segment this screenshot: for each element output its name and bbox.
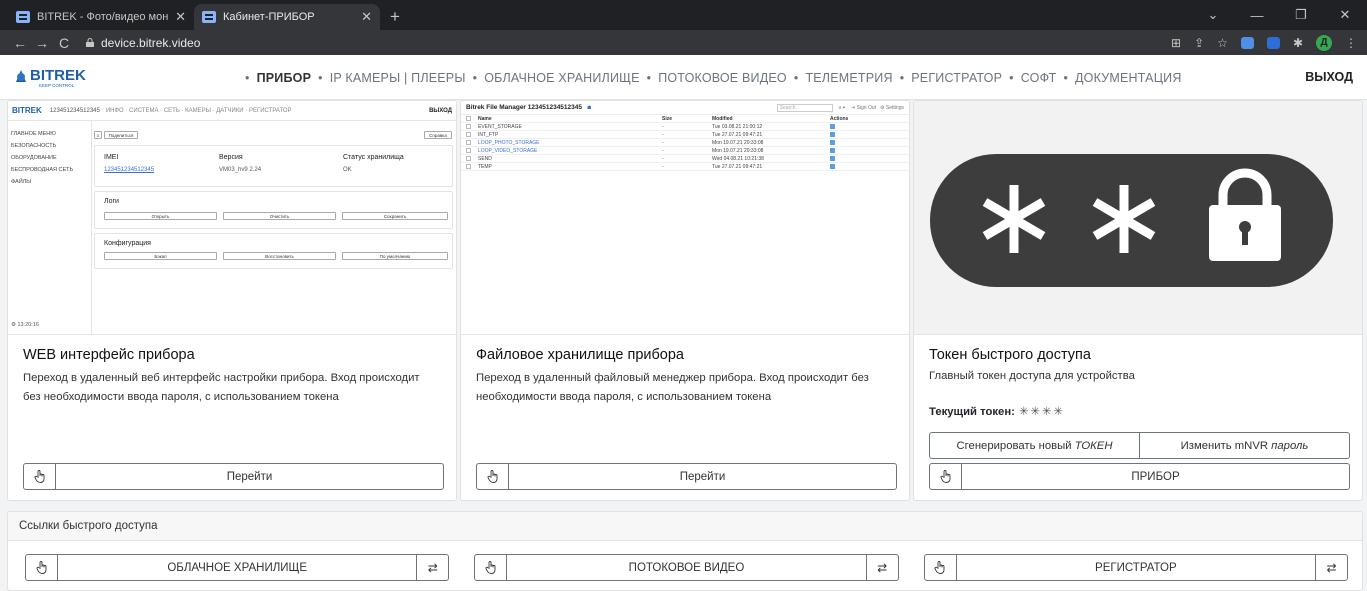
nav-ip-cameras[interactable]: IP КАМЕРЫ | ПЛЕЕРЫ bbox=[330, 71, 466, 85]
browser-tabbar: BITREK - Фото/видео монитори ✕ Кабинет-П… bbox=[0, 0, 1367, 30]
nav-registrator[interactable]: РЕГИСТРАТОР bbox=[911, 71, 1002, 85]
share-icon[interactable]: ⇪ bbox=[1194, 36, 1204, 50]
preview-clock: ⚙ 13:20:16 bbox=[11, 322, 39, 328]
quick-streaming-label: ПОТОКОВОЕ ВИДЕО bbox=[628, 561, 745, 574]
cards-row: BITREK 123451234512345 ИНФО · СИСТЕМА · … bbox=[7, 100, 1363, 501]
tab-title: BITREK - Фото/видео монитори bbox=[37, 11, 169, 23]
nav-streaming[interactable]: ПОТОКОВОЕ ВИДЕО bbox=[658, 71, 787, 85]
extension-icon[interactable] bbox=[1240, 36, 1254, 49]
quick-cloud-button[interactable]: ОБЛАЧНОЕ ХРАНИЛИЩЕ ⇄ bbox=[25, 554, 450, 581]
card-description: Переход в удаленный файловый менеджер пр… bbox=[476, 372, 869, 403]
nav-telemetry[interactable]: ТЕЛЕМЕТРИЯ bbox=[805, 71, 892, 85]
go-files-label: Перейти bbox=[679, 470, 726, 483]
forward-icon[interactable]: → bbox=[32, 35, 52, 51]
preview-logo: BITREK bbox=[12, 106, 42, 115]
exit-link[interactable]: ВЫХОД bbox=[1305, 70, 1353, 84]
window-controls: ⌄ — ❐ ✕ bbox=[1191, 0, 1367, 30]
hand-pointer-icon bbox=[475, 555, 508, 580]
preview-exit: ВЫХОД bbox=[429, 107, 452, 114]
hand-pointer-icon bbox=[930, 464, 962, 489]
hand-pointer-icon bbox=[26, 555, 58, 580]
token-actions: Сгенерировать новый ТОКЕН Изменить mNVR … bbox=[929, 432, 1350, 459]
nav-docs[interactable]: ДОКУМЕНТАЦИЯ bbox=[1075, 71, 1182, 85]
tab-title: Кабинет-ПРИБОР bbox=[223, 11, 315, 23]
swap-arrows-icon[interactable]: ⇄ bbox=[416, 555, 448, 580]
logo-tagline: KEEP CONTROL bbox=[39, 83, 75, 88]
nav-cloud[interactable]: ОБЛАЧНОЕ ХРАНИЛИЩЕ bbox=[484, 71, 639, 85]
go-web-button[interactable]: Перейти bbox=[23, 463, 444, 490]
minimize-icon[interactable]: — bbox=[1235, 8, 1279, 23]
bookmark-star-icon[interactable]: ☆ bbox=[1217, 36, 1228, 50]
go-files-button[interactable]: Перейти bbox=[476, 463, 897, 490]
quick-registrator-button[interactable]: РЕГИСТРАТОР ⇄ bbox=[923, 554, 1348, 581]
hand-pointer-icon bbox=[477, 464, 509, 489]
profile-avatar[interactable]: Д bbox=[1316, 34, 1332, 51]
tab-close-icon[interactable]: ✕ bbox=[361, 9, 372, 25]
main-nav: • ПРИБОР • IP КАМЕРЫ | ПЛЕЕРЫ • ОБЛАЧНОЕ ХР… bbox=[245, 70, 1182, 85]
card-title: WEB интерфейс прибора bbox=[23, 347, 195, 363]
card-title: Файловое хранилище прибора bbox=[476, 347, 684, 363]
nav-pribor[interactable]: ПРИБОР bbox=[257, 71, 312, 85]
card-file-storage: Bitrek File Manager 123451234512345 ☗ Se… bbox=[460, 100, 910, 501]
extensions-puzzle-icon[interactable]: ✱ bbox=[1293, 36, 1303, 50]
browser-tab[interactable]: BITREK - Фото/видео монитори ✕ bbox=[8, 4, 194, 30]
password-lock-icon bbox=[930, 154, 1333, 287]
logo-text: BITREK bbox=[30, 67, 86, 84]
token-value: ✳✳✳✳ bbox=[1018, 406, 1065, 418]
card-title: Токен быстрого доступа bbox=[929, 347, 1091, 363]
close-window-icon[interactable]: ✕ bbox=[1323, 7, 1367, 23]
card-web-interface: BITREK 123451234512345 ИНФО · СИСТЕМА · … bbox=[7, 100, 457, 501]
quick-cloud-label: ОБЛАЧНОЕ ХРАНИЛИЩЕ bbox=[167, 561, 307, 574]
change-password-button[interactable]: Изменить mNVR пароль bbox=[1139, 433, 1349, 458]
quick-links-header: Ссылки быстрого доступа bbox=[8, 512, 1362, 541]
hand-pointer-icon bbox=[925, 555, 957, 580]
tab-close-icon[interactable]: ✕ bbox=[175, 9, 186, 25]
reload-icon[interactable]: C bbox=[54, 35, 74, 51]
restore-icon[interactable]: ❐ bbox=[1279, 7, 1323, 23]
preview-device-id: 123451234512345 bbox=[49, 107, 100, 114]
tab-favicon-icon bbox=[16, 11, 30, 23]
hand-pointer-icon bbox=[24, 464, 56, 489]
site-header: BITREK KEEP CONTROL • ПРИБОР • IP КАМЕРЫ |… bbox=[0, 55, 1367, 100]
current-token: Текущий токен: ✳✳✳✳ bbox=[929, 406, 1065, 418]
generate-token-button[interactable]: Сгенерировать новый ТОКЕН bbox=[930, 433, 1139, 458]
browser-menu-icon[interactable]: ⋮ bbox=[1345, 36, 1357, 50]
web-interface-preview[interactable]: BITREK 123451234512345 ИНФО · СИСТЕМА · … bbox=[8, 101, 456, 335]
card-description: Переход в удаленный веб интерфейс настро… bbox=[23, 372, 420, 403]
quick-links: Ссылки быстрого доступа ОБЛАЧНОЕ ХРАНИЛИ… bbox=[7, 511, 1363, 591]
go-web-label: Перейти bbox=[226, 470, 273, 483]
translate-icon[interactable]: ⊞ bbox=[1171, 36, 1181, 50]
preview-nav: ИНФО · СИСТЕМА · СЕТЬ · КАМЕРЫ · ДАТЧИКИ… bbox=[105, 107, 292, 114]
url-text: device.bitrek.video bbox=[101, 35, 201, 50]
back-icon[interactable]: ← bbox=[10, 35, 30, 51]
new-tab-icon[interactable]: + bbox=[380, 7, 410, 30]
quick-streaming-button[interactable]: ПОТОКОВОЕ ВИДЕО ⇄ bbox=[474, 554, 899, 581]
nav-soft[interactable]: СОФТ bbox=[1021, 71, 1057, 85]
card-description: Главный токен доступа для устройства bbox=[929, 370, 1135, 382]
swap-arrows-icon[interactable]: ⇄ bbox=[865, 555, 898, 580]
extension-icon[interactable] bbox=[1266, 36, 1280, 49]
go-device-label: ПРИБОР bbox=[1131, 470, 1180, 483]
password-illustration bbox=[914, 101, 1362, 335]
lock-icon bbox=[86, 38, 94, 47]
address-bar: ← → C device.bitrek.video ⊞ ⇪ ☆ ✱ Д ⋮ bbox=[0, 30, 1367, 55]
preview-sidebar: ГЛАВНОЕ МЕНЮ БЕЗОПАСНОСТЬ ОБОРУДОВАНИЕ Б… bbox=[11, 131, 74, 185]
tab-search-icon[interactable]: ⌄ bbox=[1191, 7, 1235, 23]
preview-help: Справка bbox=[424, 131, 452, 139]
file-manager-preview[interactable]: Bitrek File Manager 123451234512345 ☗ Se… bbox=[461, 101, 909, 335]
card-token: Токен быстрого доступа Главный токен дос… bbox=[913, 100, 1363, 501]
browser-tab-active[interactable]: Кабинет-ПРИБОР ✕ bbox=[194, 4, 380, 30]
go-device-button[interactable]: ПРИБОР bbox=[929, 463, 1350, 490]
swap-arrows-icon[interactable]: ⇄ bbox=[1314, 555, 1347, 580]
bitrek-logo[interactable]: BITREK KEEP CONTROL bbox=[12, 62, 92, 92]
quick-registrator-label: РЕГИСТРАТОР bbox=[1095, 561, 1177, 574]
preview-share: Поделиться bbox=[104, 131, 138, 139]
tab-favicon-icon bbox=[202, 11, 216, 23]
url-field[interactable]: device.bitrek.video bbox=[86, 36, 200, 50]
